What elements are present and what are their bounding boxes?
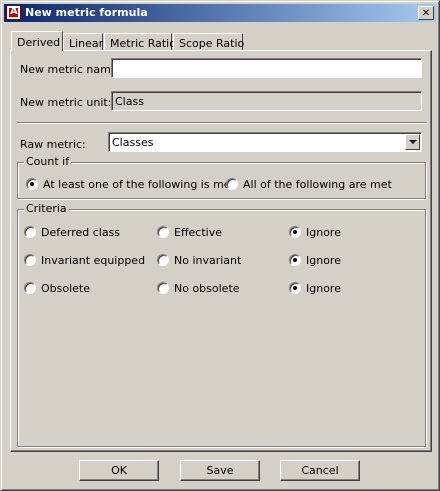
metric-name-label: New metric name: [20, 63, 122, 76]
radio-selected-icon [289, 226, 301, 238]
radio-selected-icon [289, 254, 301, 266]
radio-all-met[interactable]: All of the following are met [226, 178, 392, 191]
criteria-title: Criteria [24, 202, 69, 215]
raw-metric-label: Raw metric: [20, 138, 86, 151]
title-bar: A New metric formula ✕ [4, 4, 436, 22]
close-icon: ✕ [421, 8, 431, 19]
radio-icon [24, 282, 36, 294]
raw-metric-select[interactable]: Classes [108, 132, 422, 152]
tab-linear[interactable]: Linear [63, 33, 103, 50]
radio-icon [24, 254, 36, 266]
radio-icon [157, 282, 169, 294]
metric-unit-field: Class [111, 91, 422, 111]
ok-button[interactable]: OK [79, 460, 159, 481]
radio-at-least-one[interactable]: At least one of the following is met [26, 178, 235, 191]
close-button[interactable]: ✕ [418, 6, 434, 20]
app-icon: A [6, 5, 21, 20]
radio-obsolete[interactable]: Obsolete [24, 282, 90, 295]
metric-name-input[interactable] [111, 58, 422, 78]
radio-icon [24, 226, 36, 238]
dialog-window: A New metric formula ✕ Derived Linear Me… [0, 0, 440, 491]
radio-deferred-class[interactable]: Deferred class [24, 226, 120, 239]
tab-scope-ratio[interactable]: Scope Ratio [173, 33, 244, 50]
criteria-group: Criteria Deferred class Effective Ignore… [17, 202, 426, 447]
save-button[interactable]: Save [180, 460, 260, 481]
radio-effective[interactable]: Effective [157, 226, 222, 239]
radio-selected-icon [26, 178, 38, 190]
radio-invariant-equipped[interactable]: Invariant equipped [24, 254, 145, 267]
window-title: New metric formula [25, 6, 148, 19]
radio-no-invariant[interactable]: No invariant [157, 254, 241, 267]
radio-icon [157, 226, 169, 238]
radio-no-obsolete[interactable]: No obsolete [157, 282, 240, 295]
tab-derived[interactable]: Derived [11, 31, 63, 51]
count-if-group: Count if At least one of the following i… [17, 155, 426, 199]
radio-selected-icon [289, 282, 301, 294]
separator [17, 122, 427, 124]
chevron-down-icon[interactable] [405, 134, 420, 150]
cancel-button[interactable]: Cancel [280, 460, 360, 481]
radio-icon [157, 254, 169, 266]
count-if-title: Count if [24, 155, 72, 168]
radio-ignore-obsolete[interactable]: Ignore [289, 282, 341, 295]
metric-unit-label: New metric unit: [20, 96, 112, 109]
radio-ignore-deferred[interactable]: Ignore [289, 226, 341, 239]
tab-metric-ratio[interactable]: Metric Ratio [104, 33, 176, 50]
tab-panel-derived: New metric name: New metric unit: Class … [10, 50, 432, 452]
radio-icon [226, 178, 238, 190]
radio-ignore-invariant[interactable]: Ignore [289, 254, 341, 267]
